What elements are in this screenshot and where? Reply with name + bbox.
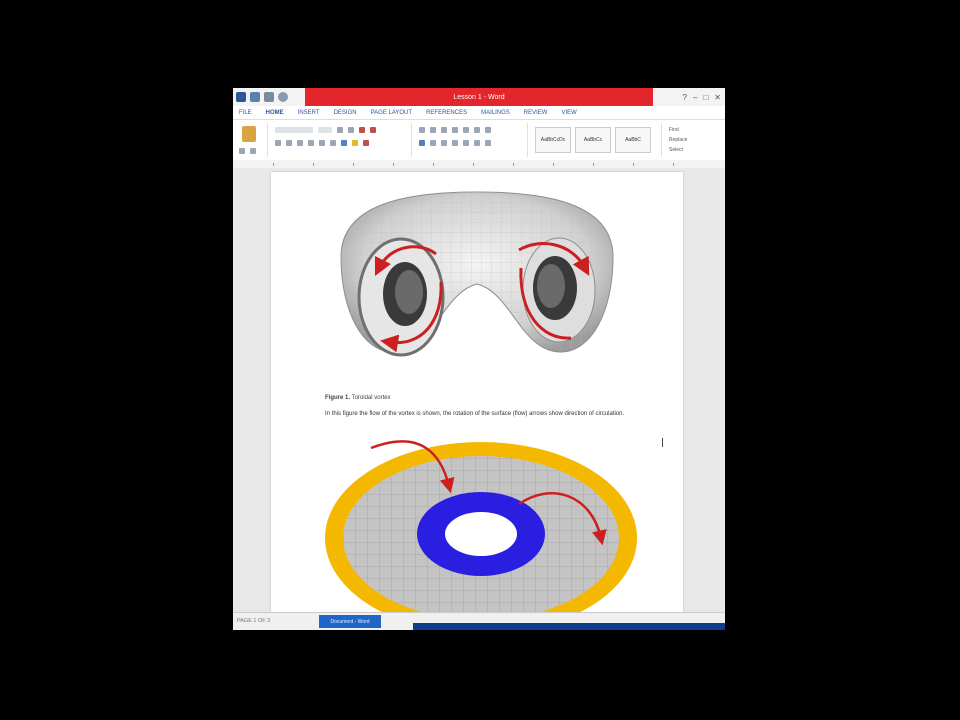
shading-icon[interactable]: [474, 140, 480, 146]
paste-icon[interactable]: [242, 126, 256, 142]
tab-insert[interactable]: INSERT: [298, 110, 320, 116]
minimize-icon[interactable]: –: [693, 93, 697, 102]
tab-page-layout[interactable]: PAGE LAYOUT: [371, 110, 412, 116]
status-bar: PAGE 1 OF 3 Document - Word: [233, 612, 725, 630]
tab-mailings[interactable]: MAILINGS: [481, 110, 510, 116]
style-no-spacing[interactable]: AaBbCc: [575, 127, 611, 153]
style-heading-1[interactable]: AaBbC: [615, 127, 651, 153]
align-right-icon[interactable]: [441, 140, 447, 146]
caption-text: Toroidal vortex: [351, 395, 391, 401]
editing-group: Find Replace Select: [665, 123, 721, 157]
taskbar-item[interactable]: Document - Word: [319, 615, 381, 628]
grow-font-icon[interactable]: [337, 127, 343, 133]
subscript-icon[interactable]: [319, 140, 325, 146]
highlight-icon[interactable]: [352, 140, 358, 146]
superscript-icon[interactable]: [330, 140, 336, 146]
taskbar-strip: [413, 623, 725, 630]
quick-access-toolbar: [233, 88, 305, 106]
word-window: Lesson 1 - Word ? – □ ✕ FILE HOME INSERT…: [233, 88, 725, 630]
window-controls: ? – □ ✕: [653, 88, 725, 106]
center-icon[interactable]: [430, 140, 436, 146]
tab-design[interactable]: DESIGN: [334, 110, 357, 116]
tab-home[interactable]: HOME: [266, 110, 284, 116]
numbering-icon[interactable]: [430, 127, 436, 133]
maximize-icon[interactable]: □: [703, 93, 708, 102]
tab-references[interactable]: REFERENCES: [426, 110, 467, 116]
tab-review[interactable]: REVIEW: [524, 110, 548, 116]
undo-icon[interactable]: [264, 92, 274, 102]
figure-torus-vortex: [340, 191, 614, 357]
title-bar: Lesson 1 - Word: [305, 88, 653, 106]
ribbon: AaBbCcDc AaBbCc AaBbC Find Replace Selec…: [233, 120, 725, 161]
font-color-icon[interactable]: [363, 140, 369, 146]
figure-colored-ring: [325, 440, 637, 612]
align-left-icon[interactable]: [419, 140, 425, 146]
show-marks-icon[interactable]: [485, 127, 491, 133]
status-text: PAGE 1 OF 3: [237, 618, 271, 624]
select-button[interactable]: Select: [669, 145, 687, 155]
find-button[interactable]: Find: [669, 125, 687, 135]
close-icon[interactable]: ✕: [714, 93, 721, 102]
shrink-font-icon[interactable]: [348, 127, 354, 133]
window-title: Lesson 1 - Word: [453, 93, 505, 101]
multilevel-list-icon[interactable]: [441, 127, 447, 133]
document-page[interactable]: Figure 1. Toroidal vortex In this figure…: [271, 172, 683, 612]
change-case-icon[interactable]: [359, 127, 365, 133]
bullets-icon[interactable]: [419, 127, 425, 133]
font-group: [271, 123, 412, 157]
save-icon[interactable]: [250, 92, 260, 102]
redo-icon[interactable]: [278, 92, 288, 102]
increase-indent-icon[interactable]: [463, 127, 469, 133]
line-spacing-icon[interactable]: [463, 140, 469, 146]
word-logo-icon: [236, 92, 246, 102]
justify-icon[interactable]: [452, 140, 458, 146]
font-name-dropdown[interactable]: [275, 127, 313, 133]
ribbon-tabs: FILE HOME INSERT DESIGN PAGE LAYOUT REFE…: [233, 106, 725, 120]
strikethrough-icon[interactable]: [308, 140, 314, 146]
sort-icon[interactable]: [474, 127, 480, 133]
help-icon[interactable]: ?: [683, 93, 687, 102]
bold-icon[interactable]: [275, 140, 281, 146]
body-paragraph: In this figure the flow of the vortex is…: [325, 411, 625, 417]
borders-icon[interactable]: [485, 140, 491, 146]
caption-label: Figure 1.: [325, 395, 351, 401]
figure-1-caption: Figure 1. Toroidal vortex: [325, 395, 391, 401]
styles-group: AaBbCcDc AaBbCc AaBbC: [531, 123, 662, 157]
text-cursor: [662, 438, 663, 447]
style-normal[interactable]: AaBbCcDc: [535, 127, 571, 153]
clipboard-group: [237, 123, 268, 157]
clear-format-icon[interactable]: [370, 127, 376, 133]
italic-icon[interactable]: [286, 140, 292, 146]
document-area: Figure 1. Toroidal vortex In this figure…: [233, 168, 725, 612]
replace-button[interactable]: Replace: [669, 135, 687, 145]
decrease-indent-icon[interactable]: [452, 127, 458, 133]
underline-icon[interactable]: [297, 140, 303, 146]
text-effects-icon[interactable]: [341, 140, 347, 146]
font-size-dropdown[interactable]: [318, 127, 332, 133]
tab-view[interactable]: VIEW: [561, 110, 576, 116]
paragraph-group: [415, 123, 528, 157]
tab-file[interactable]: FILE: [239, 110, 252, 116]
